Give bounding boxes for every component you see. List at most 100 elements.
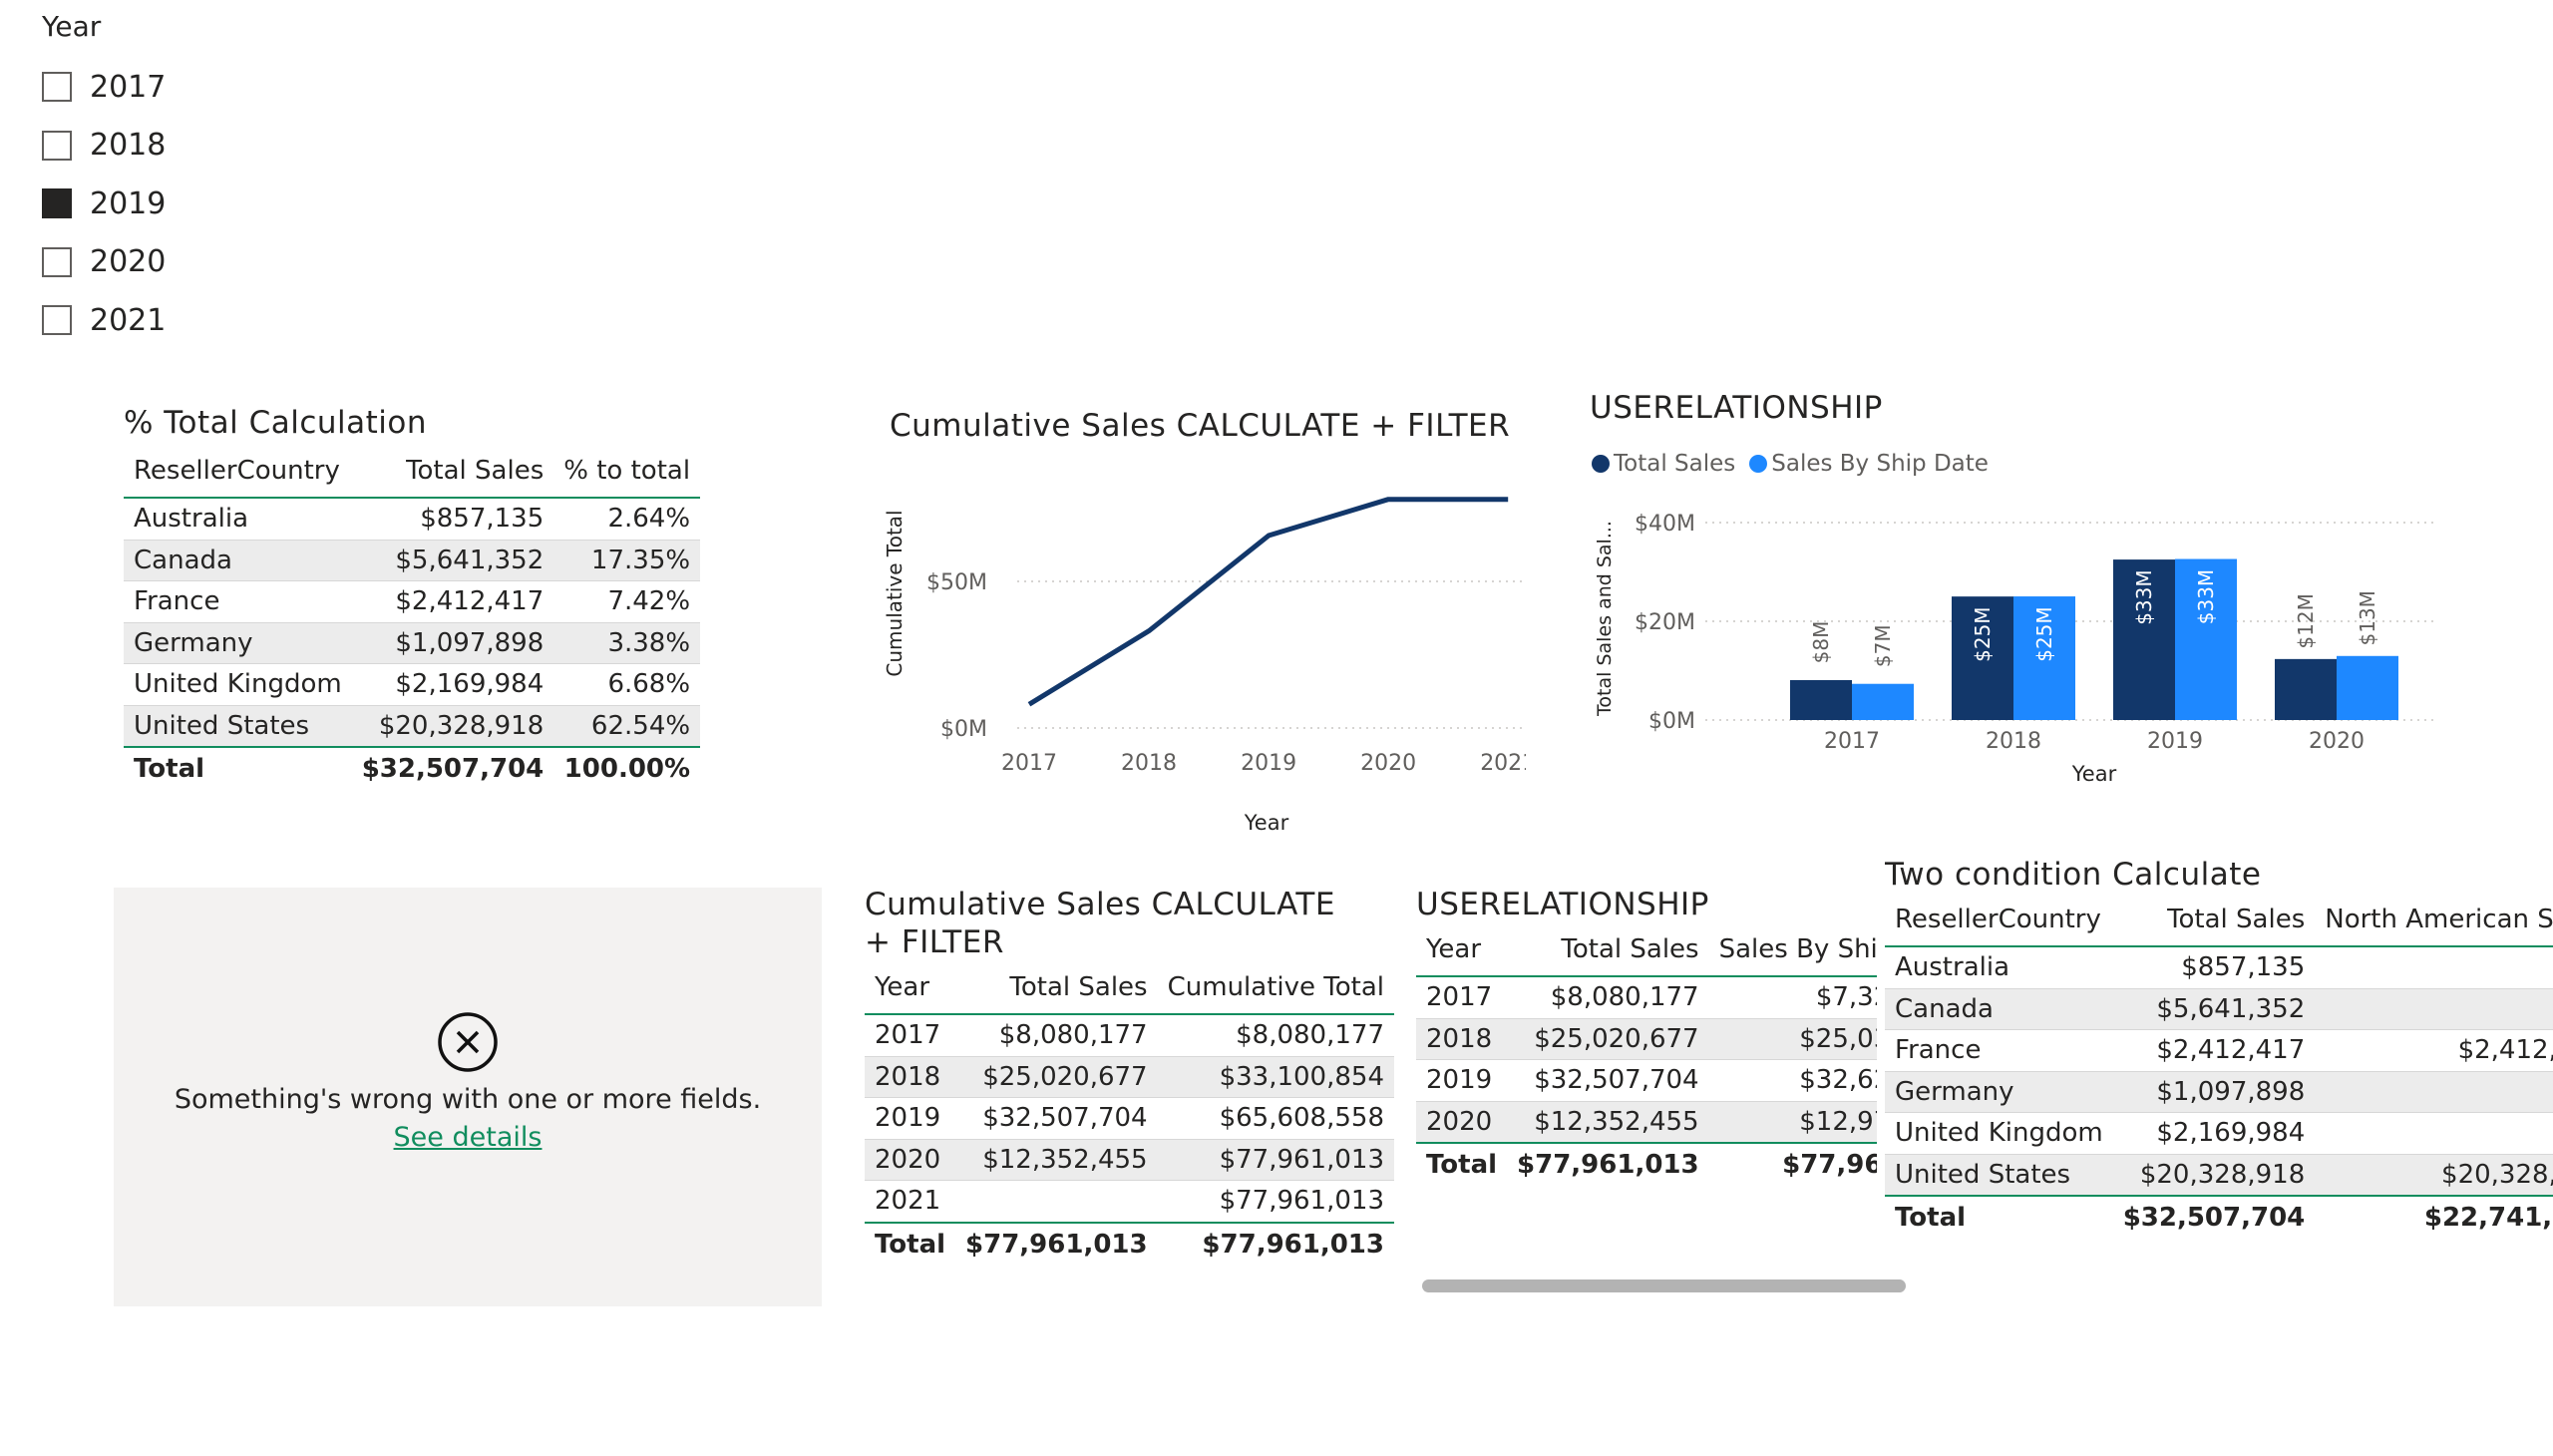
legend-marker-icon [1592,455,1610,473]
table-cell: 2021 [875,1186,941,1217]
table-cell: $77,961,013 [955,1221,1158,1266]
table-cell: $77,961,013 [1157,1139,1394,1181]
column-header[interactable]: Total Sales [2112,894,2316,947]
table-cell: 100.00% [553,746,701,790]
table-row: Australia $857,135 [1885,946,2553,988]
table-cell: Total [1885,1195,2113,1239]
data-label: $25M [2032,606,2056,661]
slicer-item-label: 2019 [90,185,167,221]
table-cell: Total [865,1221,956,1266]
table-cell: 2018 [865,1056,956,1098]
column-header[interactable]: Year [1416,923,1508,977]
table-cell: $25,020,677 [1507,1018,1709,1060]
bar[interactable] [2275,658,2337,720]
table-cell: $12,971,482 [1708,1101,1877,1143]
cumulative-line-chart[interactable]: $0M $50M 2017 2018 2019 2020 2021 Cumulative … [878,459,1526,838]
column-header[interactable]: Sales By Ship Date [1708,923,1877,977]
table-cell: 62.54% [553,705,701,747]
table-cell: $77,961,013 [1507,1142,1709,1186]
table-cell: $32,507,704 [351,746,554,790]
column-header[interactable]: Total Sales [351,445,554,499]
table-cell: $77,961,013 [1219,1186,1384,1217]
legend-item-sales-by-ship-date[interactable]: Sales By Ship Date [1771,451,1989,477]
table-cell: 2019 [1426,1065,1493,1096]
error-circle-x-icon [438,1012,498,1072]
table-cell: $857,135 [2181,952,2306,983]
table-cell: 2017 [1426,982,1493,1013]
cumulative-chart-title: Cumulative Sales CALCULATE + FILTER [890,408,1511,444]
table-cell: Germany [124,622,352,664]
table-cell: $32,620,099 [1799,1065,1877,1096]
table-row: United Kingdom $2,169,984 [1885,1112,2553,1155]
userel-bar-chart[interactable]: $0M $20M $40M $8M $7M $25M $25M $33M $33M $12M $1… [1586,489,2463,788]
visual-title: USERELATIONSHIP [1416,887,1709,922]
table-row: 2018$25,020,677$25,039,735 [1416,1018,1877,1060]
table-cell: $2,169,984 [395,669,545,700]
horizontal-scrollbar[interactable] [1422,1279,1906,1292]
slicer-item-2021[interactable]: 2021 [42,291,166,350]
table-cell: $20,328,918 [2112,1154,2316,1196]
bar[interactable] [1852,683,1914,720]
checkbox[interactable] [42,72,72,103]
column-header[interactable]: Cumulative Total [1157,961,1394,1015]
table-cell: $22,741,335 [2315,1195,2553,1239]
column-header[interactable]: Total Sales [1507,923,1709,977]
table-cell: United States [1885,1154,2113,1196]
visual-title: % Total Calculation [124,405,427,441]
series-line[interactable] [1027,497,1509,707]
column-header[interactable]: % to total [553,445,701,499]
table-cell: Germany [1885,1071,2113,1113]
table-cell: $2,412,417 [2457,1035,2553,1066]
table-cell: 2.64% [607,504,691,535]
year-slicer-title: Year [42,10,102,43]
table-cell: $857,135 [420,504,545,535]
data-label: $33M [2132,569,2156,624]
two-condition-visual: Two condition Calculate ResellerCountry … [1885,856,2553,1239]
table-cell: 6.68% [607,669,691,700]
see-details-link[interactable]: See details [394,1122,543,1153]
table-cell: $2,412,417 [395,586,545,617]
checkbox[interactable] [42,130,72,161]
column-header[interactable]: ResellerCountry [1885,894,2113,947]
slicer-item-label: 2018 [90,128,167,164]
data-label: $25M [1971,606,1995,661]
table-row: Germany $1,097,898 [1885,1071,2553,1113]
column-header[interactable]: ResellerCountry [124,445,352,499]
slicer-item-2020[interactable]: 2020 [42,233,166,292]
slicer-item-2017[interactable]: 2017 [42,58,166,117]
table-cell [2315,988,2553,1030]
column-header[interactable]: Total Sales [955,961,1158,1015]
table-cell: $32,507,704 [2112,1195,2316,1239]
total-row: Total$77,961,013$77,961,013 [1416,1142,1877,1186]
slicer-item-label: 2021 [90,302,167,338]
slicer-item-2019[interactable]: 2019 [42,175,166,233]
bar[interactable] [2337,655,2398,720]
x-tick-label: 2019 [1241,751,1296,776]
table-row: 2019 $32,507,704 $32,620,099 [1416,1059,1877,1102]
x-tick-label: 2019 [2147,729,2203,754]
checkbox[interactable] [42,188,72,219]
column-header[interactable]: Year [865,961,956,1015]
table-cell: $7,329,627 [1815,982,1877,1013]
error-message-container: Something's wrong with one or more field… [154,1081,782,1157]
table-cell: $2,169,984 [2156,1118,2306,1149]
table-cell: United Kingdom [134,669,342,700]
slicer-item-2018[interactable]: 2018 [42,117,166,176]
table-row: France $2,412,417 7.42% [124,580,701,623]
table-cell: 3.38% [553,622,701,664]
table-cell: 2017 [875,1020,941,1051]
y-tick-label: $0M [940,717,987,742]
checkbox[interactable] [42,305,72,336]
table-cell: $32,507,704 [982,1103,1148,1134]
cumulative-table-visual: Cumulative Sales CALCULATE + FILTER Year… [865,886,1394,1266]
bar[interactable] [1790,680,1852,720]
table-cell [2315,1113,2553,1155]
data-label: $33M [2194,569,2218,624]
column-header[interactable]: North American Sales [2315,894,2553,947]
checkbox[interactable] [42,246,72,277]
table-cell: $77,961,013 [1708,1142,1877,1186]
x-tick-label: 2018 [1986,729,2041,754]
legend-item-total-sales[interactable]: Total Sales [1614,451,1735,477]
table-cell: $20,328,918 [2315,1154,2553,1196]
table-cell: Canada [1885,988,2113,1030]
